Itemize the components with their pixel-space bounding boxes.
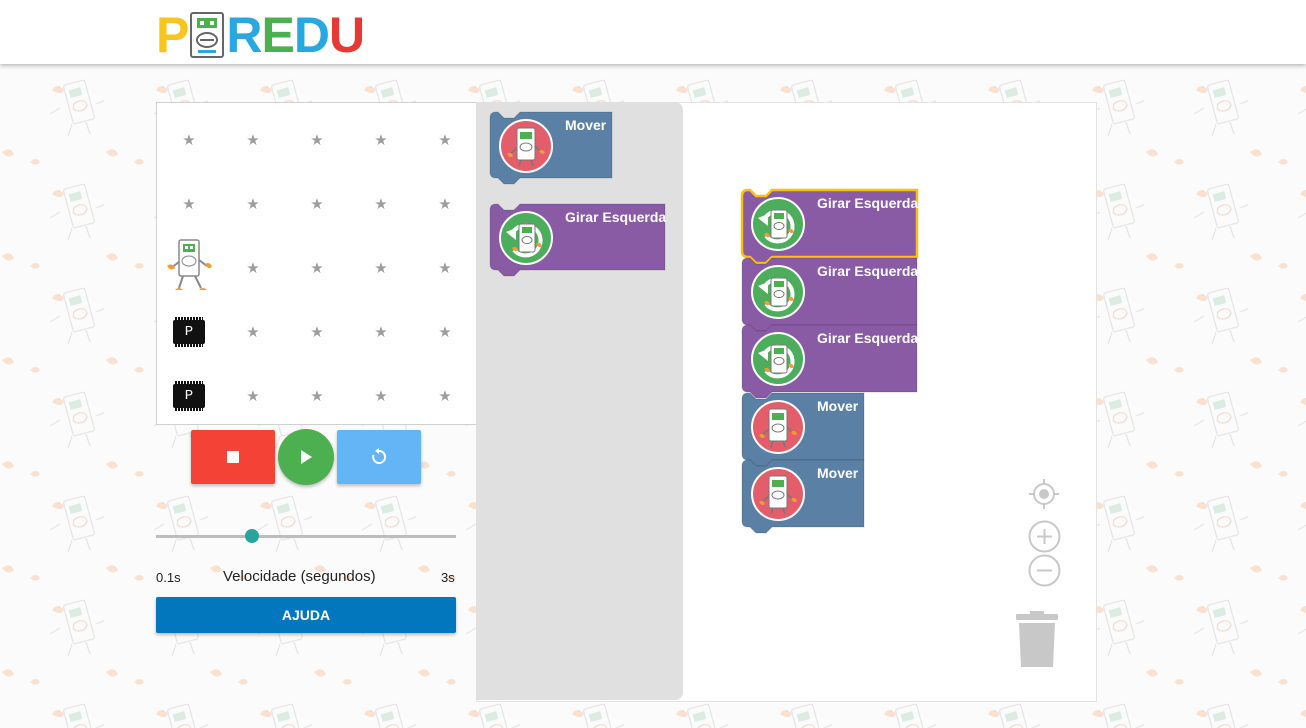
chip-icon: P — [173, 381, 205, 411]
chip-cell: P — [157, 300, 221, 364]
logo-letter-r: R — [226, 7, 262, 63]
turn-left-robot-icon — [750, 331, 806, 392]
star-icon: ★ — [438, 132, 452, 149]
speed-slider[interactable] — [156, 526, 456, 546]
star-cell: ★ — [221, 364, 285, 428]
move-block[interactable]: Mover — [741, 459, 865, 534]
star-cell: ★ — [413, 172, 477, 236]
star-icon: ★ — [374, 388, 388, 405]
block-label: Mover — [565, 117, 607, 133]
star-cell: ★ — [349, 300, 413, 364]
star-icon: ★ — [374, 132, 388, 149]
star-icon: ★ — [246, 132, 260, 149]
star-cell: ★ — [285, 364, 349, 428]
star-icon: ★ — [374, 196, 388, 213]
star-icon: ★ — [310, 260, 324, 277]
star-icon: ★ — [246, 196, 260, 213]
slider-track — [156, 535, 456, 538]
star-cell: ★ — [285, 108, 349, 172]
star-icon: ★ — [310, 388, 324, 405]
star-icon: ★ — [438, 388, 452, 405]
speed-min-label: 0.1s — [156, 570, 181, 585]
star-cell: ★ — [413, 364, 477, 428]
star-cell: ★ — [285, 300, 349, 364]
chip-icon: P — [173, 317, 205, 347]
star-cell: ★ — [221, 108, 285, 172]
move-robot-icon — [750, 466, 806, 527]
block-label: Girar Esquerda — [817, 262, 919, 279]
turn-left-robot-icon — [750, 264, 806, 325]
reset-icon — [372, 448, 387, 464]
robot-icon — [167, 239, 212, 290]
turn-left-block[interactable]: Girar Esquerda — [740, 188, 919, 265]
star-icon: ★ — [438, 324, 452, 341]
star-icon: ★ — [310, 132, 324, 149]
star-cell: ★ — [285, 236, 349, 300]
star-icon: ★ — [310, 196, 324, 213]
turn-left-block[interactable]: Girar Esquerda — [489, 203, 667, 277]
block-label: Girar Esquerda — [817, 330, 919, 346]
block-label: Girar Esquerda — [817, 195, 919, 211]
star-icon: ★ — [246, 388, 260, 405]
blocks-toolbox[interactable] — [476, 102, 683, 700]
speed-label: Velocidade (segundos) — [223, 568, 376, 585]
logo-letter-d: D — [293, 7, 330, 63]
move-robot-icon — [498, 118, 554, 179]
reset-button[interactable] — [337, 430, 421, 484]
chip-cell: P — [157, 364, 221, 428]
zoom-out-icon[interactable] — [1028, 554, 1061, 587]
stop-button[interactable] — [191, 430, 275, 484]
star-icon: ★ — [374, 260, 388, 277]
move-block[interactable]: Mover — [741, 392, 865, 466]
speed-max-label: 3s — [441, 570, 455, 585]
turn-left-block[interactable]: Girar Esquerda — [741, 324, 919, 399]
star-icon: ★ — [182, 196, 196, 213]
star-cell: ★ — [221, 300, 285, 364]
logo-letter-u: U — [328, 7, 365, 63]
move-robot-icon — [750, 399, 806, 460]
block-label: Mover — [817, 465, 859, 481]
star-cell: ★ — [221, 172, 285, 236]
slider-thumb[interactable] — [245, 529, 259, 543]
turn-left-robot-icon — [750, 196, 806, 257]
play-icon — [301, 450, 312, 464]
app-logo[interactable]: P R E D U — [156, 7, 365, 63]
star-cell: ★ — [349, 172, 413, 236]
top-header: P R E D U — [0, 0, 1306, 64]
turn-left-robot-icon — [498, 210, 554, 271]
star-icon: ★ — [182, 132, 196, 149]
zoom-in-icon[interactable] — [1028, 520, 1061, 553]
help-button[interactable]: AJUDA — [156, 597, 456, 633]
stop-icon — [227, 451, 239, 463]
play-button[interactable] — [278, 429, 334, 485]
star-icon: ★ — [246, 260, 260, 277]
star-cell: ★ — [349, 108, 413, 172]
block-label: Girar Esquerda — [565, 209, 667, 225]
star-icon: ★ — [246, 324, 260, 341]
star-cell: ★ — [413, 108, 477, 172]
block-label: Mover — [817, 397, 859, 414]
logo-letter-e: E — [261, 7, 294, 63]
trash-icon[interactable] — [1015, 611, 1059, 667]
star-cell: ★ — [413, 236, 477, 300]
star-icon: ★ — [438, 260, 452, 277]
center-target-icon[interactable] — [1028, 478, 1060, 510]
robot-cell — [157, 236, 221, 300]
star-icon: ★ — [374, 324, 388, 341]
turn-left-block[interactable]: Girar Esquerda — [741, 257, 919, 331]
star-icon: ★ — [438, 196, 452, 213]
robot-face-icon — [189, 12, 225, 58]
star-icon: ★ — [310, 324, 324, 341]
star-cell: ★ — [413, 300, 477, 364]
move-block[interactable]: Mover — [489, 111, 613, 185]
game-stage: ★ ★ ★ ★ ★ ★ ★ ★ ★ ★ ★ ★ ★ ★ P ★ ★ ★ ★ P ★ ★ ★ ★ — [156, 102, 478, 425]
star-cell: ★ — [221, 236, 285, 300]
star-cell: ★ — [157, 108, 221, 172]
star-cell: ★ — [285, 172, 349, 236]
star-cell: ★ — [349, 364, 413, 428]
logo-letter-p: P — [156, 7, 189, 63]
star-cell: ★ — [349, 236, 413, 300]
star-cell: ★ — [157, 172, 221, 236]
